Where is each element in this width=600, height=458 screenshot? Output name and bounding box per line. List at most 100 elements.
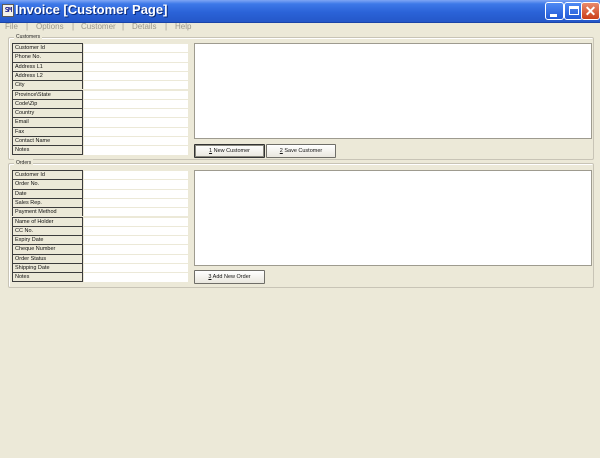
new-customer-button[interactable]: 1 New Customer: [194, 144, 265, 158]
form-row: City: [12, 80, 189, 90]
form-row: Contact Name: [12, 136, 189, 146]
field-label: Address L2: [12, 70, 83, 81]
form-row: Code\Zip: [12, 98, 189, 109]
order-no-field[interactable]: [84, 179, 188, 189]
date-field[interactable]: [84, 188, 188, 198]
form-row: Name of Holder: [12, 216, 189, 226]
field-label: Contact Name: [12, 136, 83, 146]
form-row: CC No.: [12, 225, 189, 236]
field-label: City: [12, 80, 83, 90]
order-status-field[interactable]: [84, 253, 188, 263]
form-row: Date: [12, 188, 189, 198]
customer-id-field[interactable]: [84, 43, 188, 53]
field-label: Order No.: [12, 179, 83, 189]
form-row: Sales Rep.: [12, 197, 189, 208]
field-label: Order Status: [12, 253, 83, 263]
menu-customer[interactable]: Customer: [81, 22, 116, 31]
country-field[interactable]: [84, 108, 188, 118]
field-label: Payment Method: [12, 207, 83, 217]
menu-separator: |: [165, 22, 168, 31]
shipping-date-field[interactable]: [84, 263, 188, 273]
maximize-icon: [569, 6, 579, 15]
cc-no-field[interactable]: [84, 225, 188, 236]
sales-rep-field[interactable]: [84, 197, 188, 208]
form-row: Order No.: [12, 179, 189, 189]
phone-field[interactable]: [84, 52, 188, 62]
field-label: Country: [12, 108, 83, 118]
province-state-field[interactable]: [84, 89, 188, 99]
menu-separator: |: [26, 22, 29, 31]
form-row: Address L1: [12, 61, 189, 71]
address-l2-field[interactable]: [84, 70, 188, 81]
order-notes-field[interactable]: [84, 272, 188, 282]
payment-method-field[interactable]: [84, 207, 188, 217]
customers-legend: Customers: [14, 33, 43, 41]
field-label: Cheque Number: [12, 244, 83, 254]
field-label: Customer Id: [12, 43, 83, 53]
menu-file[interactable]: File: [5, 22, 18, 31]
form-row: Notes: [12, 145, 189, 155]
close-icon: ✕: [584, 3, 597, 19]
field-label: Fax: [12, 126, 83, 136]
field-label: Name of Holder: [12, 216, 83, 226]
form-row: Payment Method: [12, 207, 189, 217]
field-label: Shipping Date: [12, 263, 83, 273]
menu-options[interactable]: Options: [36, 22, 64, 31]
order-list-panel[interactable]: [194, 170, 592, 266]
add-new-order-label: Add New Order: [211, 274, 251, 280]
address-l1-field[interactable]: [84, 61, 188, 71]
menu-separator: |: [72, 22, 75, 31]
minimize-button[interactable]: [545, 2, 564, 20]
form-row: Cheque Number: [12, 244, 189, 254]
customer-notes-field[interactable]: [84, 145, 188, 155]
fax-field[interactable]: [84, 126, 188, 136]
add-new-order-button[interactable]: 3 Add New Order: [194, 270, 265, 284]
field-label: Address L1: [12, 61, 83, 71]
field-label: Notes: [12, 272, 83, 282]
email-field[interactable]: [84, 117, 188, 127]
menu-bar: File | Options | Customer | Details | He…: [0, 22, 600, 34]
menu-separator: |: [122, 22, 125, 31]
form-row: Address L2: [12, 70, 189, 81]
new-customer-label: New Customer: [212, 148, 250, 154]
form-row: Email: [12, 117, 189, 127]
field-label: Expiry Date: [12, 235, 83, 245]
field-label: Phone No.: [12, 52, 83, 62]
field-label: CC No.: [12, 225, 83, 236]
form-row: Phone No.: [12, 52, 189, 62]
minimize-icon: [550, 14, 557, 17]
app-icon: SM: [2, 4, 14, 17]
form-row: Country: [12, 108, 189, 118]
order-customer-id-field[interactable]: [84, 170, 188, 180]
close-button[interactable]: ✕: [581, 2, 600, 20]
menu-help[interactable]: Help: [175, 22, 191, 31]
cheque-number-field[interactable]: [84, 244, 188, 254]
field-label: Code\Zip: [12, 98, 83, 109]
field-label: Customer Id: [12, 170, 83, 180]
form-row: Order Status: [12, 253, 189, 263]
expiry-date-field[interactable]: [84, 235, 188, 245]
title-bar[interactable]: SM Invoice [Customer Page] ✕: [0, 0, 600, 23]
window-title: Invoice [Customer Page]: [15, 2, 168, 17]
form-row: Shipping Date: [12, 263, 189, 273]
form-row: Fax: [12, 126, 189, 136]
save-customer-label: Save Customer: [282, 148, 323, 154]
form-row: Customer Id: [12, 43, 189, 53]
field-label: Province\State: [12, 89, 83, 99]
save-customer-button[interactable]: 2 Save Customer: [266, 144, 336, 158]
form-row: Expiry Date: [12, 235, 189, 245]
field-label: Email: [12, 117, 83, 127]
contact-name-field[interactable]: [84, 136, 188, 146]
field-label: Sales Rep.: [12, 197, 83, 208]
form-row: Notes: [12, 272, 189, 282]
code-zip-field[interactable]: [84, 98, 188, 109]
name-of-holder-field[interactable]: [84, 216, 188, 226]
field-label: Date: [12, 188, 83, 198]
orders-legend: Orders: [14, 159, 34, 167]
field-label: Notes: [12, 145, 83, 155]
menu-details[interactable]: Details: [132, 22, 156, 31]
city-field[interactable]: [84, 80, 188, 90]
form-row: Province\State: [12, 89, 189, 99]
form-row: Customer Id: [12, 170, 189, 180]
customer-list-panel[interactable]: [194, 43, 592, 139]
